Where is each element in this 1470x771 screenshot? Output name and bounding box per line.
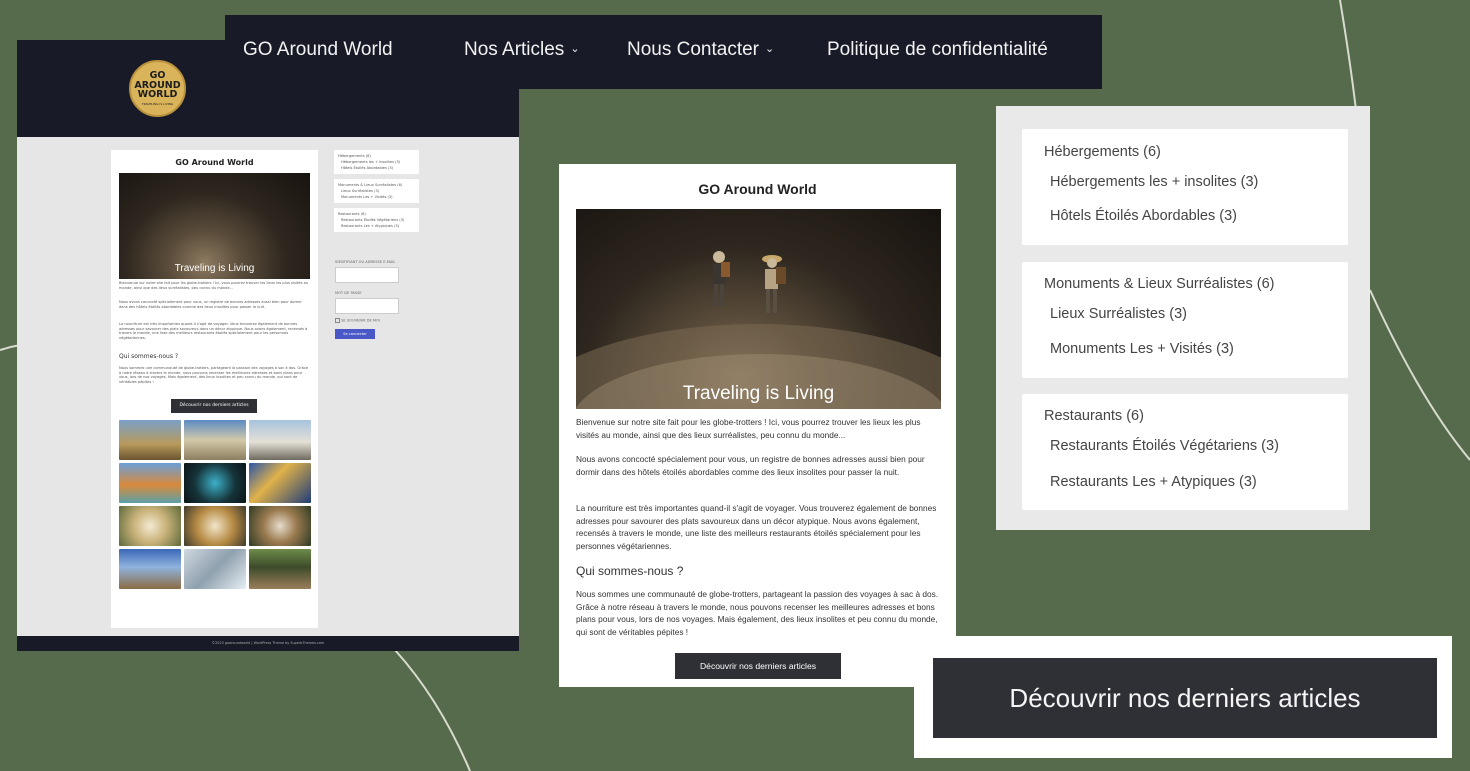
login-password-label: MOT DE PASSE bbox=[335, 291, 362, 295]
subcategory-link[interactable]: Hébergements les + insolites (3) bbox=[1050, 174, 1258, 190]
about-heading: Qui sommes-nous ? bbox=[576, 564, 684, 578]
chevron-down-icon: ⌄ bbox=[570, 43, 580, 55]
category-link[interactable]: Monuments & Lieux Surréalistes (6) bbox=[1044, 276, 1275, 292]
mini-article-card: GO Around World Traveling is Living Bien… bbox=[111, 150, 318, 628]
mini-article-title: GO Around World bbox=[175, 158, 254, 167]
mini-subcategory-link[interactable]: Monuments Les + Visités (3) bbox=[338, 194, 415, 200]
login-id-label: IDENTIFIANT OU ADRESSE E-MAIL bbox=[335, 260, 396, 264]
mini-login-form: IDENTIFIANT OU ADRESSE E-MAIL MOT DE PAS… bbox=[335, 260, 420, 339]
mini-photo-gallery bbox=[119, 420, 311, 589]
mini-hero-caption: Traveling is Living bbox=[174, 263, 255, 274]
discover-articles-button-zoomed[interactable]: Découvrir nos derniers articles bbox=[933, 658, 1437, 738]
subcategory-link[interactable]: Restaurants Les + Atypiques (3) bbox=[1050, 474, 1257, 490]
category-box-restaurants: Restaurants (6) Restaurants Étoilés Végé… bbox=[1022, 394, 1348, 510]
logo-line-3: WORLD bbox=[137, 89, 178, 101]
category-box-monuments: Monuments & Lieux Surréalistes (6) Lieux… bbox=[1022, 262, 1348, 378]
gallery-photo[interactable] bbox=[249, 549, 311, 589]
gallery-photo[interactable] bbox=[249, 506, 311, 546]
categories-panel: Hébergements (6) Hébergements les + inso… bbox=[996, 106, 1370, 530]
article-card: GO Around World Traveling is Living Bien… bbox=[559, 164, 956, 687]
subcategory-link[interactable]: Lieux Surréalistes (3) bbox=[1050, 306, 1187, 322]
subcategory-link[interactable]: Restaurants Étoilés Végétariens (3) bbox=[1050, 438, 1279, 454]
login-password-input[interactable] bbox=[335, 298, 399, 314]
gallery-photo[interactable] bbox=[184, 549, 246, 589]
zoomed-button-panel: Découvrir nos derniers articles bbox=[914, 636, 1452, 758]
category-box-hebergements: Hébergements (6) Hébergements les + inso… bbox=[1022, 129, 1348, 245]
mini-paragraph-1: Bienvenue sur notre site fait pour les g… bbox=[119, 281, 309, 290]
mini-category-box: Hébergements (6) Hébergements les + inso… bbox=[334, 150, 419, 174]
article-title: GO Around World bbox=[698, 181, 817, 197]
remember-label: SE SOUVENIR DE MOI bbox=[341, 318, 380, 323]
mini-hero-image: Traveling is Living bbox=[119, 173, 310, 279]
subcategory-link[interactable]: Hôtels Étoilés Abordables (3) bbox=[1050, 208, 1237, 224]
nav-item-label: Nos Articles bbox=[464, 39, 565, 60]
gallery-photo[interactable] bbox=[249, 420, 311, 460]
mini-paragraph-3: La nourriture est très importantes quand… bbox=[119, 322, 308, 340]
figurine-left-icon bbox=[713, 251, 730, 306]
article-paragraph-4: Nous sommes une communauté de globe-trot… bbox=[576, 589, 939, 637]
mini-sidebar: Hébergements (6) Hébergements les + inso… bbox=[334, 150, 419, 237]
gallery-photo[interactable] bbox=[119, 549, 181, 589]
mini-category-box: Monuments & Lieux Surréalistes (6) Lieux… bbox=[334, 179, 419, 203]
mini-subcategory-link[interactable]: Hôtels Étoilés Abordables (3) bbox=[338, 165, 415, 171]
discover-articles-button[interactable]: Découvrir nos derniers articles bbox=[675, 653, 841, 679]
chevron-down-icon: ⌄ bbox=[765, 43, 775, 55]
category-link[interactable]: Restaurants (6) bbox=[1044, 408, 1144, 424]
nav-item-nos-articles[interactable]: Nos Articles ⌄ bbox=[464, 39, 580, 61]
mini-category-box: Restaurants (6) Restaurants Étoilés Végé… bbox=[334, 208, 419, 232]
figurine-right-icon bbox=[762, 255, 786, 313]
login-id-input[interactable] bbox=[335, 267, 399, 283]
article-paragraph-2: Nous avons concocté spécialement pour vo… bbox=[576, 454, 925, 477]
hero-image: Traveling is Living bbox=[576, 209, 941, 409]
gallery-photo[interactable] bbox=[184, 420, 246, 460]
mini-paragraph-4: Nous sommes une communauté de globe-trot… bbox=[119, 366, 309, 384]
mini-page-preview: GO AROUND WORLD TRAVELING IS LIVING GO A… bbox=[17, 40, 519, 651]
site-logo[interactable]: GO AROUND WORLD TRAVELING IS LIVING bbox=[129, 60, 186, 117]
nav-brand[interactable]: GO Around World bbox=[243, 39, 393, 61]
gallery-photo[interactable] bbox=[184, 463, 246, 503]
mini-about-heading: Qui sommes-nous ? bbox=[119, 353, 179, 360]
remember-checkbox[interactable] bbox=[335, 318, 340, 323]
category-link[interactable]: Hébergements (6) bbox=[1044, 144, 1161, 160]
gallery-photo[interactable] bbox=[184, 506, 246, 546]
logo-tagline: TRAVELING IS LIVING bbox=[141, 101, 174, 106]
mini-subcategory-link[interactable]: Restaurants Les + Atypiques (3) bbox=[338, 223, 415, 229]
nav-item-nous-contacter[interactable]: Nous Contacter ⌄ bbox=[627, 39, 774, 61]
subcategory-link[interactable]: Monuments Les + Visités (3) bbox=[1050, 341, 1234, 357]
mini-paragraph-2: Nous avons concocté spécialement pour vo… bbox=[119, 300, 302, 309]
hero-caption: Traveling is Living bbox=[682, 383, 835, 404]
nav-item-label: Nous Contacter bbox=[627, 39, 760, 60]
main-navigation: GO Around World Nos Articles ⌄ Nous Conta… bbox=[225, 15, 1102, 89]
article-paragraph-3: La nourriture est très importantes quand… bbox=[576, 503, 937, 551]
article-paragraph-1: Bienvenue sur notre site fait pour les g… bbox=[576, 417, 921, 440]
gallery-photo[interactable] bbox=[119, 420, 181, 460]
mini-footer: ©2023 goaroundworld | WordPress Theme by… bbox=[17, 636, 519, 651]
mini-discover-button[interactable]: Découvrir nos derniers articles bbox=[171, 399, 257, 413]
gallery-photo[interactable] bbox=[119, 506, 181, 546]
gallery-photo[interactable] bbox=[119, 463, 181, 503]
remember-me-row[interactable]: SE SOUVENIR DE MOI bbox=[335, 318, 420, 323]
nav-item-politique[interactable]: Politique de confidentialité bbox=[827, 39, 1048, 61]
gallery-photo[interactable] bbox=[249, 463, 311, 503]
hero-illustration bbox=[576, 251, 941, 409]
login-button[interactable]: Se connecter bbox=[335, 329, 375, 339]
